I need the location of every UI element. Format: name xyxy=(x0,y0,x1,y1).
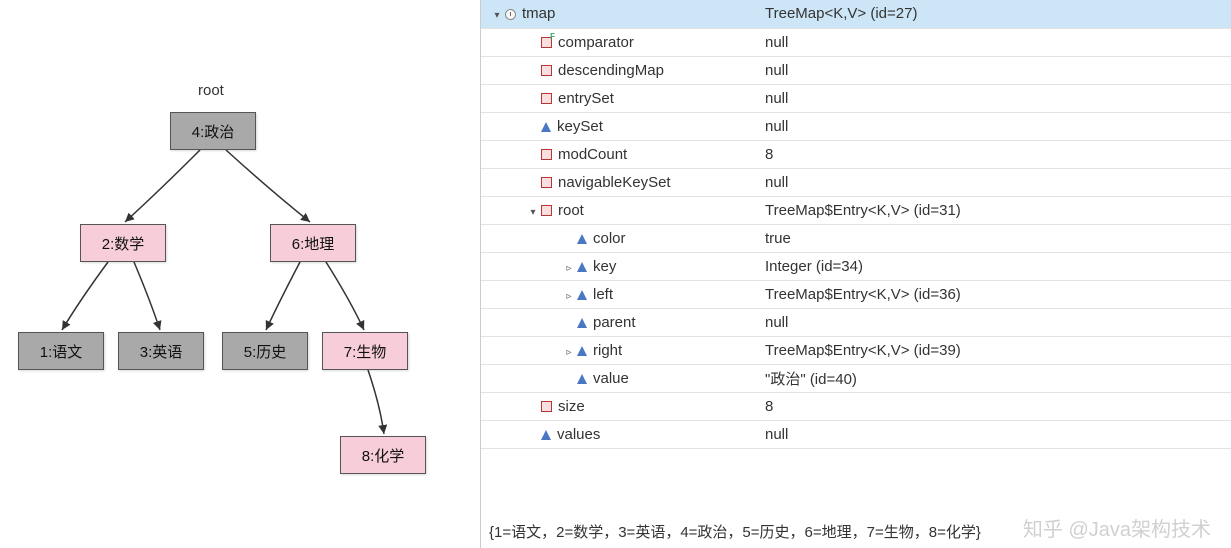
var-value: null xyxy=(761,168,1231,196)
var-row-tmap[interactable]: ▾ tmap TreeMap<K,V> (id=27) xyxy=(481,0,1231,28)
redbox-icon xyxy=(541,149,552,160)
var-value: null xyxy=(761,56,1231,84)
var-row-modCount[interactable]: modCount 8 xyxy=(481,140,1231,168)
var-value: Integer (id=34) xyxy=(761,252,1231,280)
var-name: navigableKeySet xyxy=(558,174,671,191)
redbox-icon xyxy=(541,205,552,216)
var-name: descendingMap xyxy=(558,62,664,79)
var-value: TreeMap$Entry<K,V> (id=36) xyxy=(761,280,1231,308)
expander-icon[interactable]: ▹ xyxy=(563,291,575,302)
tree-node-n3: 3:英语 xyxy=(118,332,204,370)
expander-icon[interactable]: ▾ xyxy=(527,207,539,218)
variables-table: ▾tmapTreeMap<K,V> (id=27)comparatornulld… xyxy=(481,0,1231,449)
tree-node-n8: 8:化学 xyxy=(340,436,426,474)
redbox-icon xyxy=(541,93,552,104)
var-row-entrySet[interactable]: entrySet null xyxy=(481,84,1231,112)
tri-icon xyxy=(577,234,587,244)
tri-icon xyxy=(541,122,551,132)
var-name: value xyxy=(593,370,629,387)
tree-node-n6: 6:地理 xyxy=(270,224,356,262)
var-name: comparator xyxy=(558,34,634,51)
tri-icon xyxy=(577,374,587,384)
expander-icon[interactable]: ▾ xyxy=(491,10,503,21)
var-value: TreeMap$Entry<K,V> (id=39) xyxy=(761,336,1231,364)
var-row-root[interactable]: ▾ root TreeMap$Entry<K,V> (id=31) xyxy=(481,196,1231,224)
redbox-icon xyxy=(541,177,552,188)
var-name: values xyxy=(557,426,600,443)
var-name: entrySet xyxy=(558,90,614,107)
var-name: parent xyxy=(593,314,636,331)
tree-diagram: root 4:政治 2:数学 6:地理 1:语文 3:英语 5:历史 7:生物 8:化学 xyxy=(0,0,480,548)
tri-icon xyxy=(577,290,587,300)
main-container: root 4:政治 2:数学 6:地理 1:语文 3:英语 5:历史 7:生物 8:化学 xyxy=(0,0,1231,548)
expander-icon[interactable]: ▹ xyxy=(563,263,575,274)
var-value: true xyxy=(761,224,1231,252)
var-name: left xyxy=(593,286,613,303)
var-value: TreeMap$Entry<K,V> (id=31) xyxy=(761,196,1231,224)
var-row-descendingMap[interactable]: descendingMap null xyxy=(481,56,1231,84)
var-row-value[interactable]: value "政治" (id=40) xyxy=(481,364,1231,392)
redbox-icon xyxy=(541,65,552,76)
var-row-navigableKeySet[interactable]: navigableKeySet null xyxy=(481,168,1231,196)
var-value: null xyxy=(761,420,1231,448)
tree-node-n4: 4:政治 xyxy=(170,112,256,150)
var-row-key[interactable]: ▹ key Integer (id=34) xyxy=(481,252,1231,280)
tree-node-n5: 5:历史 xyxy=(222,332,308,370)
var-name: keySet xyxy=(557,118,603,135)
tri-icon xyxy=(541,430,551,440)
tri-icon xyxy=(577,346,587,356)
tri-icon xyxy=(577,262,587,272)
var-name: root xyxy=(558,202,584,219)
var-value: null xyxy=(761,28,1231,56)
tri-icon xyxy=(577,318,587,328)
redbox-icon xyxy=(541,401,552,412)
footer-map-string: {1=语文，2=数学，3=英语，4=政治，5=历史，6=地理，7=生物，8=化学… xyxy=(489,521,1223,542)
var-row-left[interactable]: ▹ left TreeMap$Entry<K,V> (id=36) xyxy=(481,280,1231,308)
var-value: null xyxy=(761,308,1231,336)
var-name: right xyxy=(593,342,622,359)
var-value: 8 xyxy=(761,392,1231,420)
var-name: color xyxy=(593,230,626,247)
tree-node-n7: 7:生物 xyxy=(322,332,408,370)
var-row-comparator[interactable]: comparator null xyxy=(481,28,1231,56)
finalbox-icon xyxy=(541,37,552,48)
var-value: null xyxy=(761,112,1231,140)
variables-panel: ▾tmapTreeMap<K,V> (id=27)comparatornulld… xyxy=(480,0,1231,548)
var-row-keySet[interactable]: keySet null xyxy=(481,112,1231,140)
var-name: key xyxy=(593,258,616,275)
var-row-right[interactable]: ▹ right TreeMap$Entry<K,V> (id=39) xyxy=(481,336,1231,364)
var-name: modCount xyxy=(558,146,627,163)
expander-icon[interactable]: ▹ xyxy=(563,347,575,358)
var-name: size xyxy=(558,398,585,415)
var-row-values[interactable]: values null xyxy=(481,420,1231,448)
tree-node-n2: 2:数学 xyxy=(80,224,166,262)
var-name: tmap xyxy=(522,5,555,22)
var-row-parent[interactable]: parent null xyxy=(481,308,1231,336)
var-value: TreeMap<K,V> (id=27) xyxy=(761,0,1231,28)
root-label: root xyxy=(198,82,224,99)
tree-node-n1: 1:语文 xyxy=(18,332,104,370)
var-value: null xyxy=(761,84,1231,112)
var-row-color[interactable]: color true xyxy=(481,224,1231,252)
var-value: 8 xyxy=(761,140,1231,168)
clock-icon xyxy=(505,9,516,20)
var-row-size[interactable]: size 8 xyxy=(481,392,1231,420)
var-value: "政治" (id=40) xyxy=(761,364,1231,392)
